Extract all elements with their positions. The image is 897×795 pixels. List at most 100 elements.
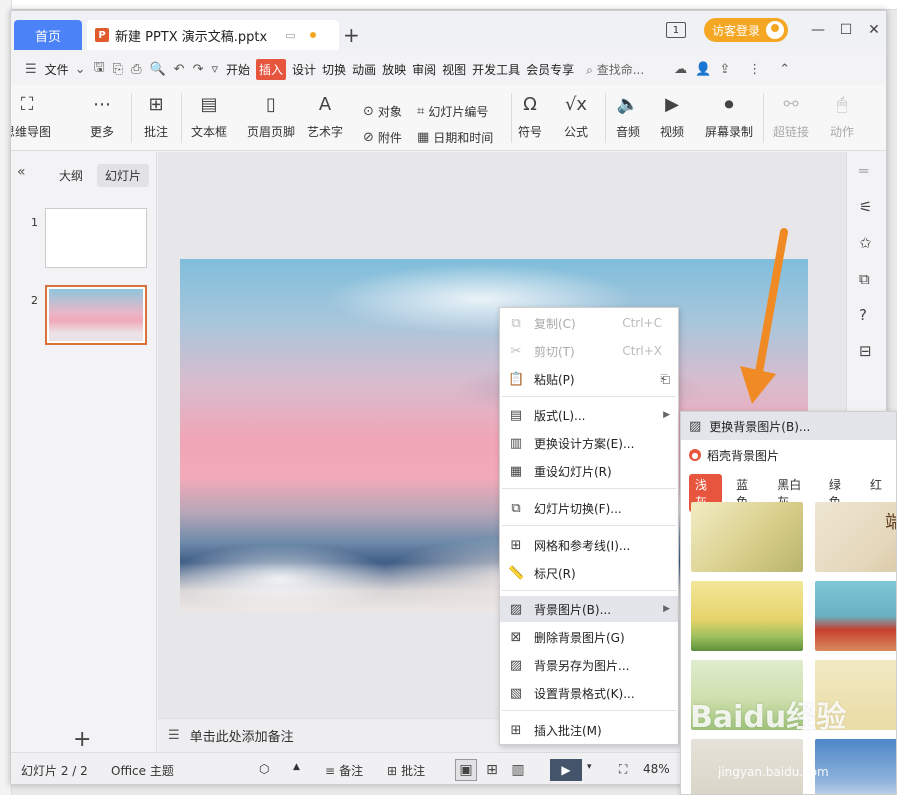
action-button[interactable]: 🖱 动作 bbox=[829, 91, 855, 140]
menu-item-layout[interactable]: ▤ 版式(L)... ▶ bbox=[500, 402, 678, 428]
export-icon[interactable]: ⇪ bbox=[719, 62, 730, 77]
menu-item-format-bg[interactable]: ▧ 设置背景格式(K)... bbox=[500, 680, 678, 706]
close-button[interactable]: ✕ bbox=[860, 22, 886, 38]
slide-thumbnail-1[interactable] bbox=[45, 208, 147, 268]
bg-template-thumbnail[interactable] bbox=[691, 502, 803, 572]
bg-template-thumbnail[interactable]: 端午 bbox=[815, 502, 896, 572]
menu-tab-insert[interactable]: 插入 bbox=[256, 58, 287, 80]
menu-tab-transition[interactable]: 切换 bbox=[322, 61, 346, 78]
redo-icon[interactable]: ↷ bbox=[193, 62, 204, 77]
paste-options-icon[interactable]: ⎗ bbox=[660, 372, 670, 387]
zoom-level[interactable]: 48% bbox=[643, 762, 670, 776]
menu-item-ruler[interactable]: 📏 标尺(R) bbox=[500, 560, 678, 586]
menu-item-reset[interactable]: ▦ 重设幻灯片(R) bbox=[500, 458, 678, 484]
theme-name[interactable]: Office 主题 bbox=[111, 762, 174, 779]
file-menu[interactable]: 文件 bbox=[45, 61, 69, 78]
comment-toggle[interactable]: ⊞ 批注 bbox=[387, 762, 425, 779]
settings-sliders-icon[interactable]: ⚟ bbox=[859, 198, 872, 216]
customize-icon[interactable]: ▿ bbox=[211, 62, 218, 77]
menu-item-copy[interactable]: ⧉ 复制(C) Ctrl+C bbox=[500, 310, 678, 336]
mindmap-button[interactable]: ⛶ 思维导图 bbox=[11, 91, 52, 140]
add-slide-button[interactable]: + bbox=[73, 727, 91, 752]
share-icon[interactable]: ⎘ bbox=[113, 62, 123, 77]
hamburger-icon[interactable]: ☰ bbox=[25, 62, 37, 77]
tab-slides[interactable]: 幻灯片 bbox=[97, 164, 150, 187]
reading-view-button[interactable]: ▥ bbox=[507, 759, 529, 781]
textbox-icon: ▤ bbox=[200, 93, 218, 115]
transition-icon[interactable]: ⧉ bbox=[859, 270, 870, 288]
tab-outline[interactable]: 大纲 bbox=[51, 164, 91, 187]
play-slideshow-button[interactable]: ▶ bbox=[550, 759, 582, 781]
datetime-button[interactable]: ▦ 日期和时间 bbox=[417, 129, 493, 146]
more-options-icon[interactable]: ⋮ bbox=[748, 62, 761, 77]
undo-icon[interactable]: ↶ bbox=[174, 62, 185, 77]
minimize-button[interactable]: — bbox=[804, 22, 832, 38]
menu-tab-member[interactable]: 会员专享 bbox=[526, 61, 574, 78]
collapse-panel-icon[interactable]: « bbox=[17, 164, 26, 180]
menu-tab-developer[interactable]: 开发工具 bbox=[472, 61, 520, 78]
menu-item-transition[interactable]: ⧉ 幻灯片切换(F)... bbox=[500, 495, 678, 521]
print-preview-icon[interactable]: 🔍 bbox=[149, 62, 165, 77]
replace-bg-button[interactable]: ▨ 更换背景图片(B)... bbox=[681, 412, 896, 440]
fit-window-icon[interactable]: ⛶ bbox=[619, 762, 627, 777]
shield-icon[interactable]: ⬡ bbox=[259, 762, 269, 776]
wordart-button[interactable]: A 艺术字 bbox=[307, 91, 343, 140]
menu-item-design[interactable]: ▥ 更换设计方案(E)... bbox=[500, 430, 678, 456]
comment-button[interactable]: ⊞ 批注 bbox=[143, 91, 169, 140]
monitor-icon[interactable]: ▭ bbox=[285, 29, 295, 42]
chevron-up-icon[interactable]: ▲ bbox=[293, 762, 300, 772]
menu-item-insert-comment[interactable]: ⊞ 插入批注(M) bbox=[500, 717, 678, 743]
command-search[interactable]: ⌕ 查找命... bbox=[586, 61, 644, 78]
save-icon[interactable]: 🖫 bbox=[94, 58, 105, 80]
document-tab[interactable]: P 新建 PPTX 演示文稿.pptx ▭ bbox=[87, 20, 339, 50]
menu-item-cut[interactable]: ✂ 剪切(T) Ctrl+X bbox=[500, 338, 678, 364]
guest-login-button[interactable]: 访客登录 bbox=[703, 18, 788, 42]
menu-item-grid[interactable]: ⊞ 网格和参考线(I)... bbox=[500, 532, 678, 558]
print-icon[interactable]: ⎙ bbox=[131, 62, 141, 77]
slide-thumbnail-2[interactable] bbox=[45, 285, 147, 345]
user-icon[interactable]: 👤 bbox=[695, 62, 711, 77]
attachment-button[interactable]: ⊘ 附件 bbox=[363, 129, 402, 146]
menu-item-paste[interactable]: 📋 粘贴(P) ⎗ bbox=[500, 366, 678, 392]
object-button[interactable]: ⊙ 对象 bbox=[363, 103, 402, 120]
sorter-view-button[interactable]: ⊞ bbox=[481, 759, 503, 781]
menu-tab-start[interactable]: 开始 bbox=[226, 61, 250, 78]
video-button[interactable]: ▶ 视频 bbox=[659, 91, 685, 140]
menu-tab-animation[interactable]: 动画 bbox=[352, 61, 376, 78]
menu-tab-view[interactable]: 视图 bbox=[442, 61, 466, 78]
notes-toggle[interactable]: ≡ 备注 bbox=[325, 762, 363, 779]
archive-icon[interactable]: ⊟ bbox=[859, 342, 872, 360]
header-footer-button[interactable]: ▯ 页眉页脚 bbox=[247, 91, 295, 140]
slide-number-button[interactable]: ⌗ 幻灯片编号 bbox=[417, 103, 488, 120]
normal-view-button[interactable]: ▣ bbox=[455, 759, 477, 781]
symbol-button[interactable]: Ω 符号 bbox=[517, 91, 543, 140]
menu-item-save-bg[interactable]: ▨ 背景另存为图片... bbox=[500, 652, 678, 678]
menu-tab-slideshow[interactable]: 放映 bbox=[382, 61, 406, 78]
menu-tab-review[interactable]: 审阅 bbox=[412, 61, 436, 78]
menu-item-delete-bg[interactable]: ⊠ 删除背景图片(G) bbox=[500, 624, 678, 650]
menu-item-bg-image[interactable]: ▨ 背景图片(B)... ▶ bbox=[500, 596, 678, 622]
comment-label: 批注 bbox=[143, 125, 168, 139]
window-count-icon[interactable]: 1 bbox=[665, 22, 686, 38]
title-bar: 首页 P 新建 PPTX 演示文稿.pptx ▭ + 1 访客登录 — ☐ ✕ bbox=[11, 11, 886, 50]
home-tab[interactable]: 首页 bbox=[14, 20, 82, 50]
animation-star-icon[interactable]: ✩ bbox=[859, 234, 872, 252]
play-options-icon[interactable]: ▾ bbox=[587, 762, 592, 772]
new-tab-button[interactable]: + bbox=[343, 23, 360, 47]
collapse-ribbon-icon[interactable]: ⌃ bbox=[779, 62, 790, 77]
more-button[interactable]: ⋯ 更多 bbox=[89, 91, 115, 140]
menu-tab-design[interactable]: 设计 bbox=[292, 61, 316, 78]
audio-button[interactable]: 🔈 音频 bbox=[615, 91, 641, 140]
mindmap-label: 思维导图 bbox=[11, 125, 52, 139]
formula-button[interactable]: √x 公式 bbox=[563, 91, 589, 140]
bg-template-thumbnail[interactable] bbox=[691, 581, 803, 651]
cloud-icon[interactable]: ☁ bbox=[674, 62, 687, 77]
help-icon[interactable]: ? bbox=[859, 306, 867, 324]
hyperlink-button[interactable]: ⚯ 超链接 bbox=[773, 91, 809, 140]
screen-record-button[interactable]: ⏺ 屏幕录制 bbox=[705, 91, 753, 140]
textbox-button[interactable]: ▤ 文本框 bbox=[191, 91, 227, 140]
guest-login-label: 访客登录 bbox=[711, 23, 760, 38]
maximize-button[interactable]: ☐ bbox=[832, 22, 860, 38]
chevron-down-icon[interactable]: ⌄ bbox=[75, 62, 86, 77]
bg-template-thumbnail[interactable] bbox=[815, 581, 896, 651]
